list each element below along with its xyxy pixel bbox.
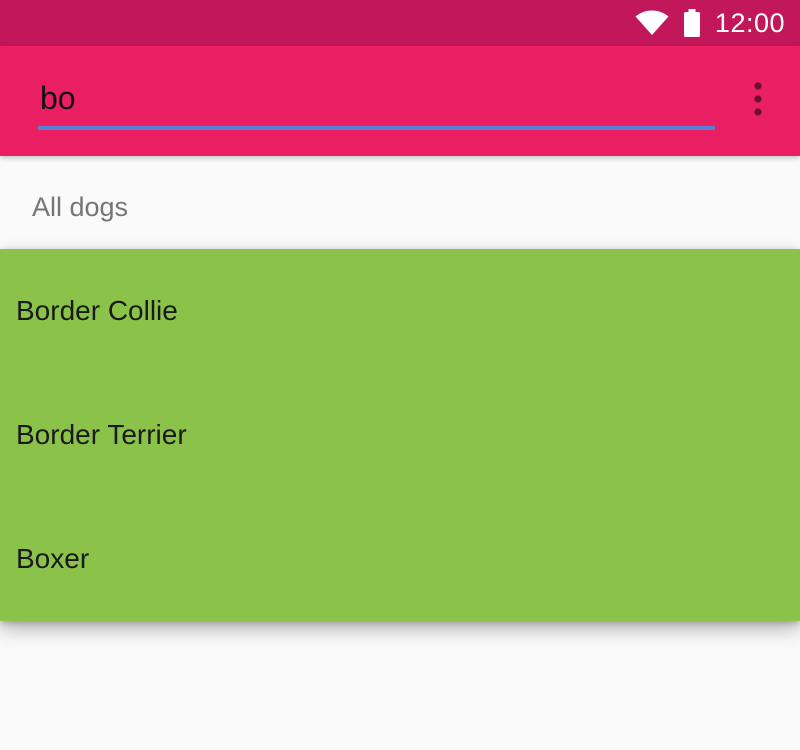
search-suggestions: Border Collie Border Terrier Boxer [0,249,800,621]
status-bar: 12:00 [0,0,800,46]
section-label: All dogs [32,192,129,222]
more-vert-icon [753,81,763,121]
status-icons: 12:00 [635,0,785,46]
suggestion-item[interactable]: Boxer [0,497,800,621]
search-input-underline [38,126,715,130]
wifi-icon [635,10,669,36]
toolbar [0,46,800,156]
battery-icon [683,9,701,37]
overflow-menu-button[interactable] [738,78,778,124]
suggestion-item[interactable]: Border Terrier [0,373,800,497]
suggestion-item[interactable]: Border Collie [0,249,800,373]
status-clock: 12:00 [714,7,785,38]
search-input[interactable] [38,74,717,122]
